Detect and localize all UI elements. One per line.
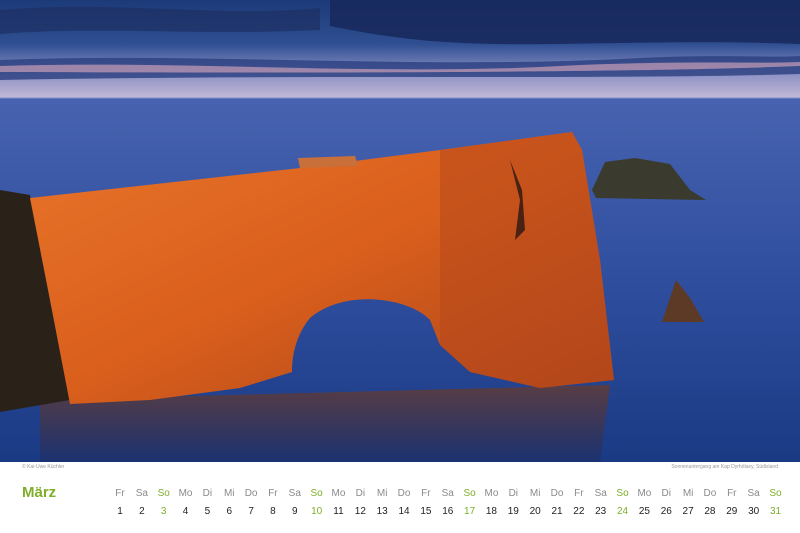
weekday-label: So <box>463 488 476 499</box>
day-number: 16 <box>442 506 454 517</box>
day-number: 27 <box>682 506 694 517</box>
weekday-label: Di <box>508 488 519 499</box>
weekday-label: Sa <box>135 488 148 499</box>
weekday-label: Sa <box>747 488 760 499</box>
day-number: 1 <box>117 506 123 517</box>
weekday-label: Mo <box>331 488 346 499</box>
weekday-label: Do <box>550 488 564 499</box>
weekday-label: Sa <box>441 488 454 499</box>
weekday-label: Fr <box>574 488 584 499</box>
weekday-label: Mi <box>529 488 541 499</box>
weekday-label: Do <box>244 488 258 499</box>
day-number: 10 <box>311 506 323 517</box>
day-number: 18 <box>485 506 497 517</box>
day-number: 31 <box>769 506 782 517</box>
day-number: 2 <box>139 506 145 517</box>
day-number: 5 <box>204 506 211 517</box>
month-title: März <box>22 484 57 501</box>
weekday-label: Sa <box>288 488 301 499</box>
day-number: 30 <box>748 506 760 517</box>
day-number: 19 <box>507 506 519 517</box>
day-number: 22 <box>573 506 585 517</box>
weekday-label: Di <box>355 488 366 499</box>
day-number: 26 <box>660 506 672 517</box>
weekday-label: Mo <box>637 488 652 499</box>
day-number: 13 <box>376 506 388 517</box>
photo-caption: Sonnenuntergang am Kap Dyrhólaey, Südisl… <box>671 464 778 470</box>
day-number: 7 <box>248 506 254 517</box>
weekday-label: Do <box>397 488 411 499</box>
day-number: 8 <box>270 506 276 517</box>
weekday-label: So <box>157 488 170 499</box>
day-number: 25 <box>638 506 650 517</box>
day-number: 12 <box>354 506 366 517</box>
day-number: 3 <box>160 506 167 517</box>
day-number: 11 <box>333 506 344 517</box>
weekday-label: Mi <box>682 488 694 499</box>
weekday-label: Fr <box>115 488 125 499</box>
day-number: 4 <box>182 506 189 517</box>
weekday-label: So <box>616 488 629 499</box>
day-number: 9 <box>292 506 298 517</box>
weekday-label: Mo <box>178 488 193 499</box>
day-number: 21 <box>551 506 563 517</box>
day-number: 28 <box>704 506 716 517</box>
day-number: 23 <box>595 506 607 517</box>
day-number: 29 <box>726 506 738 517</box>
weekday-label: Fr <box>268 488 278 499</box>
day-number: 17 <box>464 506 476 517</box>
weekday-label: Mo <box>484 488 499 499</box>
weekday-label: So <box>769 488 782 499</box>
weekday-label: Mi <box>376 488 388 499</box>
weekday-label: Di <box>661 488 671 499</box>
day-number: 14 <box>398 506 410 517</box>
weekday-label: So <box>310 488 323 499</box>
weekday-label: Sa <box>594 488 607 499</box>
weekday-label: Fr <box>727 488 737 499</box>
landscape-photo <box>0 0 800 462</box>
day-number: 24 <box>616 506 629 517</box>
day-number: 6 <box>226 506 233 517</box>
day-number: 20 <box>529 506 541 517</box>
weekday-label: Do <box>703 488 717 499</box>
photo-credit: © Kai-Uwe Küchler <box>22 464 65 470</box>
weekday-label: Di <box>202 488 213 499</box>
weekday-label: Fr <box>421 488 431 499</box>
weekday-label: Mi <box>223 488 235 499</box>
day-number: 15 <box>420 506 432 517</box>
